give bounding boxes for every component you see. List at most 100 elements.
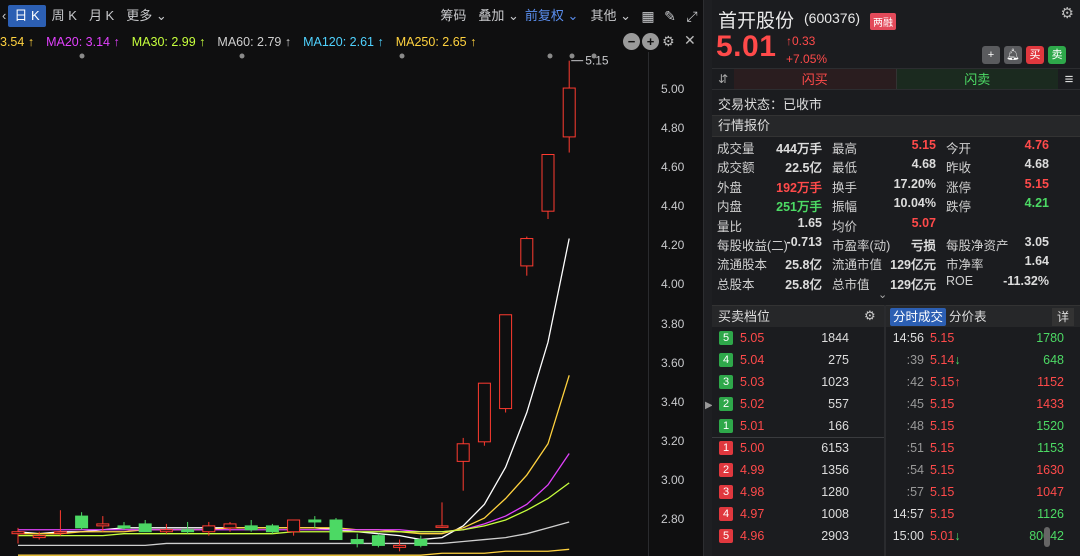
ask-row[interactable]: 5 5.05 1844 xyxy=(712,328,884,350)
close-icon[interactable]: ✕ xyxy=(684,32,696,49)
bid-row[interactable]: 5 4.96 2903 xyxy=(712,526,884,548)
expand-icon[interactable]: ⤢ xyxy=(681,5,703,27)
bid-row[interactable]: 2 4.99 1356 xyxy=(712,460,884,482)
tick-price: 5.15↑ xyxy=(930,375,961,389)
quote-label: 总股本 xyxy=(717,277,755,292)
add-watchlist-button[interactable]: + xyxy=(982,46,1000,64)
minus-circle-icon[interactable]: − xyxy=(623,33,640,50)
candle-body xyxy=(350,539,364,544)
quote-value: 444万手 xyxy=(776,142,822,156)
chips-button[interactable]: 筹码 xyxy=(434,5,472,27)
tick-row: :57 5.15 1047 xyxy=(886,482,1066,504)
period-marker-dot xyxy=(239,53,245,59)
plus-circle-icon[interactable]: + xyxy=(642,33,659,50)
level-volume: 1356 xyxy=(821,463,849,477)
other-label: 其他 xyxy=(590,8,617,23)
detail-button[interactable]: 详 xyxy=(1052,308,1074,326)
candle-body xyxy=(520,238,534,267)
price-tick-label: 2.80 xyxy=(661,512,685,526)
alert-bell-icon[interactable]: 🔔︎ xyxy=(1004,46,1022,64)
prev-chevron-icon[interactable]: ‹ xyxy=(0,5,8,27)
level-price: 4.98 xyxy=(740,485,765,499)
price-tick-label: 3.00 xyxy=(661,472,685,487)
tick-time: :51 xyxy=(906,441,924,455)
tick-volume: 1153 xyxy=(1037,441,1064,455)
flash-trade-bar: ⇵ 闪买 闪卖 ≡ xyxy=(712,68,1080,90)
swap-icon[interactable]: ⇵ xyxy=(712,69,734,89)
time-sales-list[interactable]: 14:56 5.15 1780:39 5.14↓ 648:42 5.15↑ 1152:45 5… xyxy=(886,328,1080,556)
sell-button[interactable]: 卖 xyxy=(1048,46,1066,64)
tick-price: 5.15 xyxy=(930,419,955,433)
ticks-scrollbar[interactable] xyxy=(1044,527,1050,547)
panel-divider[interactable]: ▶ xyxy=(703,0,713,556)
bid-row[interactable]: 1 5.00 6153 xyxy=(712,438,884,460)
tab-time-sales[interactable]: 分时成交 xyxy=(890,308,947,326)
tick-row: :48 5.15 1520 xyxy=(886,416,1066,438)
quote-value: 1.65 xyxy=(797,215,822,230)
quote-label: 昨收 xyxy=(946,161,972,176)
quote-value: -0.713 xyxy=(786,235,822,249)
quote-value: -11.32% xyxy=(1003,273,1049,288)
quote-row: 总股本 25.8亿 总市值 129亿元 ROE -11.32% xyxy=(712,274,1080,293)
period-marker-dot xyxy=(79,53,85,59)
tick-volume: 1520 xyxy=(1036,419,1064,433)
menu-icon[interactable]: ≡ xyxy=(1058,69,1080,89)
bid-row[interactable]: 4 4.97 1008 xyxy=(712,504,884,526)
draw-pen-icon[interactable]: ✎ xyxy=(659,5,681,27)
candle-body xyxy=(223,523,237,529)
overlay-dropdown[interactable]: 叠加 ⌄ xyxy=(472,5,519,27)
expand-chevron-icon[interactable]: ⌄ xyxy=(878,288,887,301)
candle-body xyxy=(117,525,131,529)
quote-value: 4.68 xyxy=(911,157,936,172)
settings-gear-icon[interactable]: ⚙ xyxy=(662,33,675,50)
tick-price: 5.15 xyxy=(930,485,955,499)
candle-body xyxy=(287,519,301,533)
orderbook: 5 5.05 1844 4 5.04 275 3 5.03 1023 2 5.02 557 1 5.01 1… xyxy=(712,328,884,556)
candle-body xyxy=(244,525,258,531)
margin-badge: 两融 xyxy=(870,13,896,30)
other-dropdown[interactable]: 其他 ⌄ xyxy=(584,5,637,27)
quote-label: 总市值 xyxy=(832,277,870,292)
ask-row[interactable]: 3 5.03 1023 xyxy=(712,372,884,394)
price-tick-label: 3.20 xyxy=(661,433,685,448)
quote-value: 3.05 xyxy=(1024,235,1049,249)
tab-day-k[interactable]: 日 K xyxy=(8,5,46,27)
grid-layout-icon[interactable]: ▦ xyxy=(637,5,659,27)
quote-value: 251万手 xyxy=(776,200,822,215)
candle-body xyxy=(435,525,449,528)
ask-row[interactable]: 1 5.01 166 xyxy=(712,416,884,438)
ask-row[interactable]: 4 5.04 275 xyxy=(712,350,884,372)
tick-time: :42 xyxy=(906,375,924,389)
price-tick-label: 4.60 xyxy=(661,160,685,175)
tick-time: :57 xyxy=(906,485,924,499)
orderbook-title: 买卖档位 xyxy=(712,305,884,327)
tick-row: :51 5.15 1153 xyxy=(886,438,1066,460)
quote-row: 量比 1.65 均价 5.07 xyxy=(712,216,1080,235)
tab-price-table[interactable]: 分价表 xyxy=(946,308,990,326)
kline-chart-pane[interactable]: ‹ 日 K 周 K 月 K 更多 ⌄ 筹码 叠加 ⌄ 前复权 ⌄ 其他 ⌄ ▦ … xyxy=(0,0,703,556)
tab-week-k[interactable]: 周 K xyxy=(46,5,83,27)
level-volume: 1280 xyxy=(821,485,849,499)
flash-buy-button[interactable]: 闪买 xyxy=(734,69,897,89)
flash-sell-button[interactable]: 闪卖 xyxy=(896,69,1058,89)
candle-body xyxy=(541,154,555,212)
ask-row[interactable]: 2 5.02 557 xyxy=(712,394,884,416)
tick-price: 5.15 xyxy=(930,441,955,455)
tick-price: 5.01↓ xyxy=(930,529,961,543)
orderbook-settings-icon[interactable]: ⚙ xyxy=(864,308,876,324)
tab-month-k[interactable]: 月 K xyxy=(83,5,120,27)
gear-icon[interactable]: ⚙ xyxy=(1061,4,1074,22)
candle-body xyxy=(265,525,279,533)
buy-button[interactable]: 买 xyxy=(1026,46,1044,64)
adjust-dropdown[interactable]: 前复权 ⌄ xyxy=(519,5,585,27)
ma60-value: MA60: 2.79 ↑ xyxy=(217,35,292,49)
orderbook-separator xyxy=(712,437,884,438)
more-dropdown[interactable]: 更多 ⌄ xyxy=(120,5,173,27)
level-volume: 1008 xyxy=(821,507,849,521)
price-change-pct: +7.05% xyxy=(786,52,828,66)
candlestick-plot[interactable]: 5.15 xyxy=(0,52,648,556)
bid-row[interactable]: 3 4.98 1280 xyxy=(712,482,884,504)
price-tick-label: 3.60 xyxy=(661,355,685,370)
quote-label: 均价 xyxy=(832,219,858,234)
last-price: 5.01 xyxy=(716,30,777,63)
